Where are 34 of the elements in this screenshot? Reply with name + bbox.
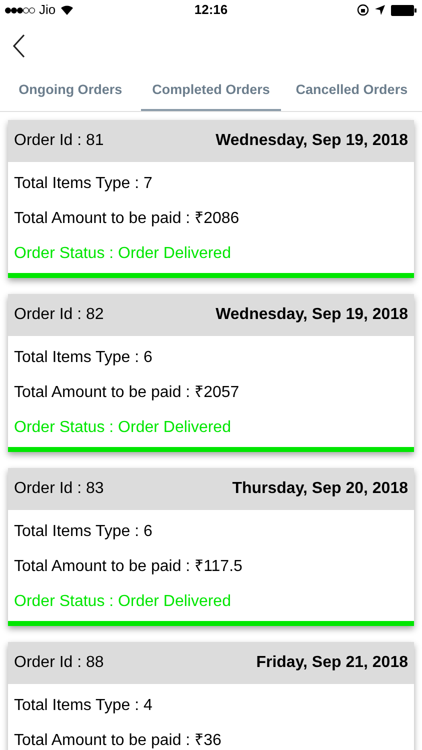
total-amount: Total Amount to be paid : ₹2057 xyxy=(14,382,240,402)
wifi-icon xyxy=(60,5,74,15)
signal-icon xyxy=(5,6,35,14)
order-date: Friday, Sep 21, 2018 xyxy=(256,653,408,673)
clock: 12:16 xyxy=(194,1,228,20)
total-amount: Total Amount to be paid : ₹2086 xyxy=(14,208,240,228)
order-card[interactable]: Order Id : 82 Wednesday, Sep 19, 2018 Total Items Type : 6 Total Amount to be paid : ₹2057 Order Status : Order Delivered xyxy=(8,294,414,452)
tab[interactable]: Cancelled Orders xyxy=(281,72,422,111)
tab[interactable]: Ongoing Orders xyxy=(0,72,141,111)
order-status: Order Status : Order Delivered xyxy=(14,244,232,264)
order-date: Wednesday, Sep 19, 2018 xyxy=(216,131,408,151)
order-id: Order Id : 83 xyxy=(14,479,104,499)
back-chevron-icon xyxy=(12,34,26,58)
order-id: Order Id : 81 xyxy=(14,131,104,151)
items-count: Total Items Type : 6 xyxy=(14,522,154,542)
order-id: Order Id : 88 xyxy=(14,653,104,673)
order-date: Thursday, Sep 20, 2018 xyxy=(232,479,408,499)
tab[interactable]: Completed Orders xyxy=(140,72,282,111)
rotation-lock-icon xyxy=(357,4,369,16)
order-date: Wednesday, Sep 19, 2018 xyxy=(216,305,408,325)
total-amount: Total Amount to be paid : ₹36 xyxy=(14,730,222,750)
location-arrow-icon xyxy=(375,5,385,15)
order-card[interactable]: Order Id : 88 Friday, Sep 21, 2018 Total Items Type : 4 Total Amount to be paid : ₹36 xyxy=(8,642,414,750)
items-count: Total Items Type : 7 xyxy=(14,174,154,194)
battery-icon xyxy=(391,4,417,16)
items-count: Total Items Type : 6 xyxy=(14,348,154,368)
total-amount: Total Amount to be paid : ₹117.5 xyxy=(14,556,244,576)
items-count: Total Items Type : 4 xyxy=(14,696,154,716)
order-status: Order Status : Order Delivered xyxy=(14,418,232,438)
order-card[interactable]: Order Id : 83 Thursday, Sep 20, 2018 Total Items Type : 6 Total Amount to be paid : ₹117.5 Order Status : Order Delivered xyxy=(8,468,414,626)
order-card[interactable]: Order Id : 81 Wednesday, Sep 19, 2018 Total Items Type : 7 Total Amount to be paid : ₹2086 Order Status : Order Delivered xyxy=(8,120,414,278)
order-status: Order Status : Order Delivered xyxy=(14,592,232,612)
order-id: Order Id : 82 xyxy=(14,305,104,325)
carrier-name: Jio xyxy=(39,1,56,20)
